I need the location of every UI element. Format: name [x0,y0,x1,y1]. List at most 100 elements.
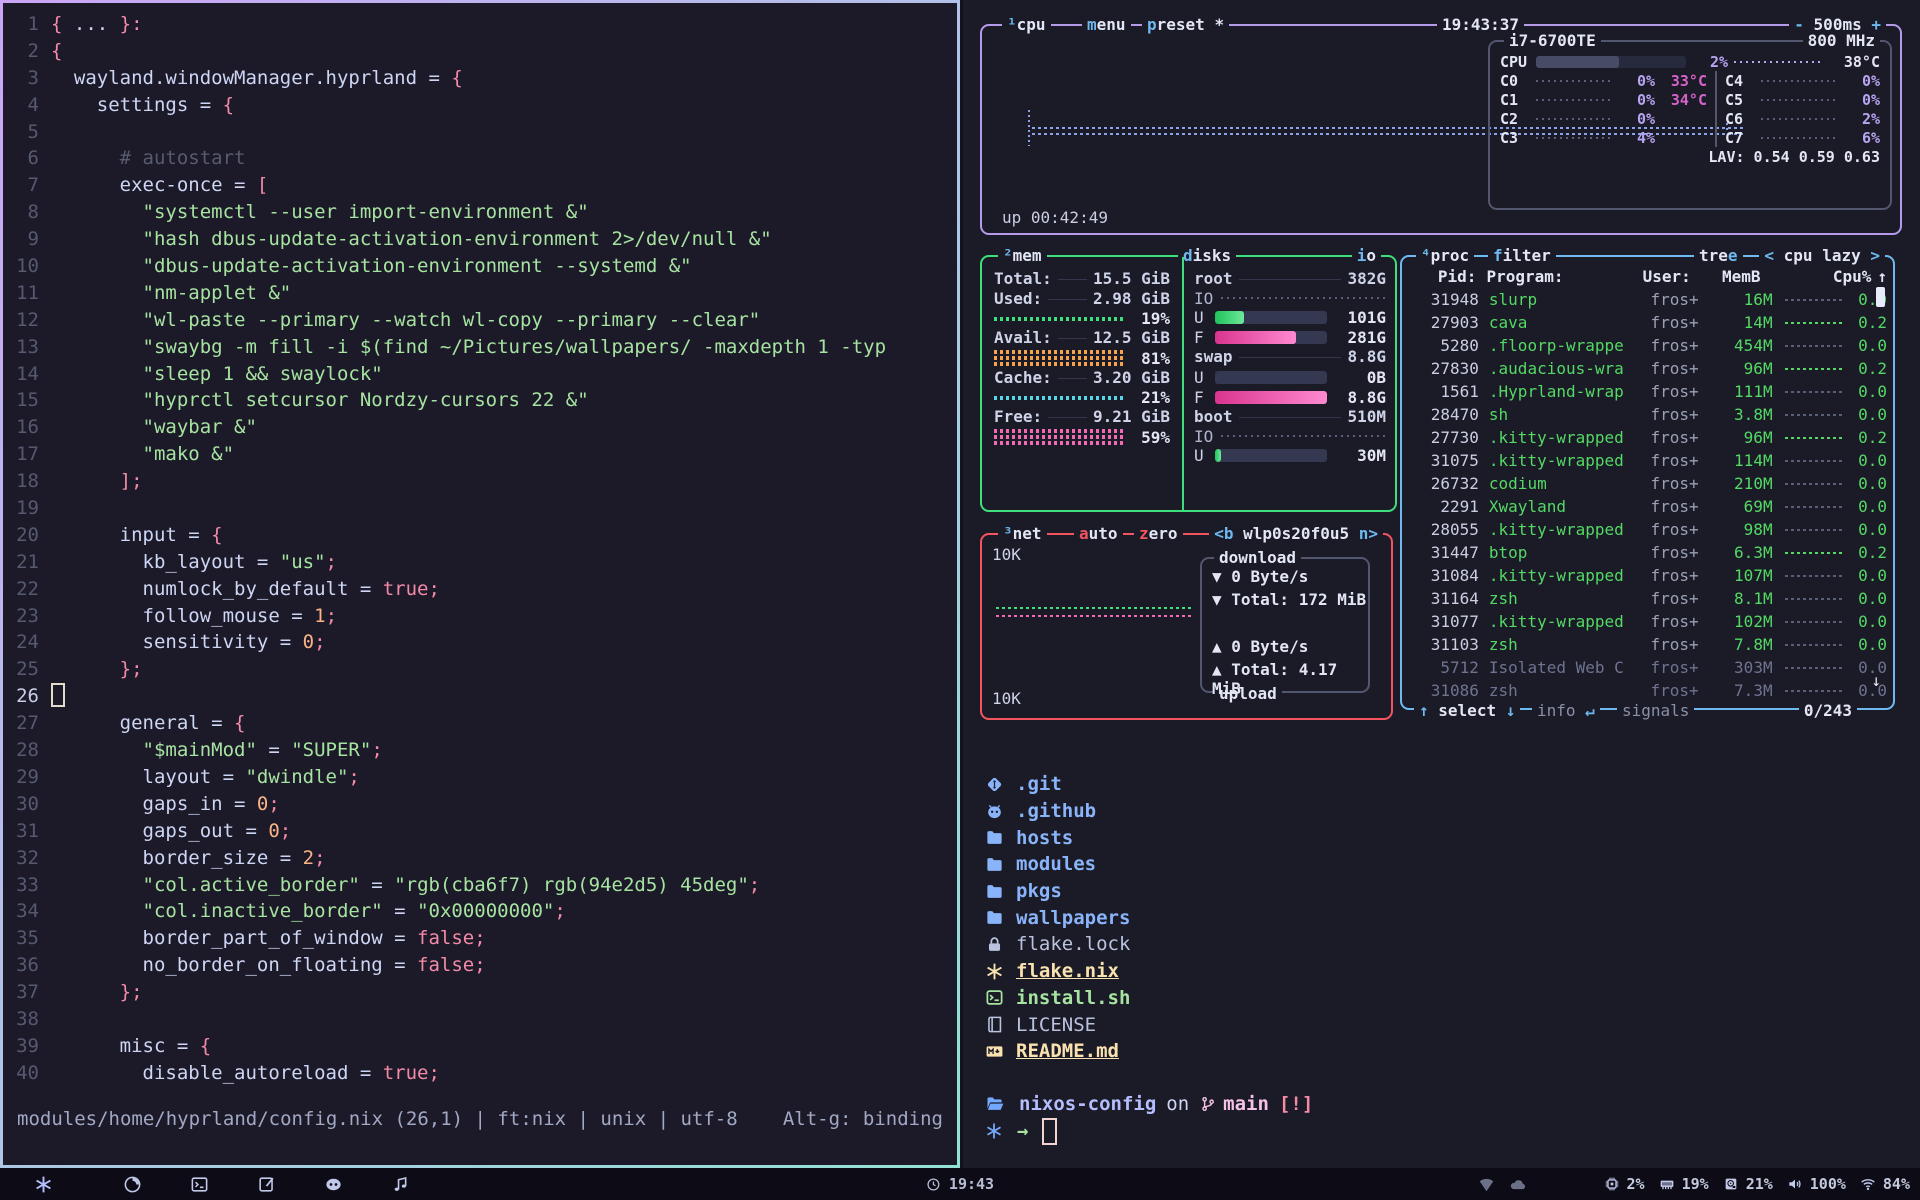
process-row[interactable]: 5712Isolated Web Cfros+303M0.0 [1408,656,1887,679]
code-line[interactable]: 6 # autostart [3,145,957,172]
preset-button[interactable]: preset * [1142,15,1229,34]
editor-window[interactable]: 1{ ... }:2{3 wayland.windowManager.hyprl… [0,0,960,1168]
proc-scrollbar[interactable] [1876,287,1885,307]
cpu-box-title[interactable]: ¹cpu [1002,15,1051,34]
process-row[interactable]: 28055.kitty-wrappedfros+98M0.0 [1408,518,1887,541]
proc-box-title[interactable]: ⁴proc [1416,246,1474,265]
code-line[interactable]: 18 ]; [3,468,957,495]
mem-box-title[interactable]: ²mem [998,246,1047,265]
process-row[interactable]: 31084.kitty-wrappedfros+107M0.0 [1408,564,1887,587]
code-token: kb_layout = [51,551,280,573]
scroll-down-icon[interactable]: ↓ [1871,671,1881,690]
code-line[interactable]: 29 layout = "dwindle"; [3,764,957,791]
code-line[interactable]: 7 exec-once = [ [3,172,957,199]
code-line[interactable]: 26 [3,683,957,710]
proc-footer-signals[interactable]: signals [1617,701,1694,720]
launcher-firefox[interactable] [123,1175,142,1194]
code-line[interactable]: 30 gaps_in = 0; [3,791,957,818]
code-token [51,900,143,922]
code-line[interactable]: 20 input = { [3,522,957,549]
code-line[interactable]: 21 kb_layout = "us"; [3,549,957,576]
process-row[interactable]: 31103zshfros+7.8M0.0 [1408,633,1887,656]
code-line[interactable]: 11 "nm-applet &" [3,280,957,307]
net-zero-button[interactable]: zero [1134,524,1183,543]
code-line[interactable]: 13 "swaybg -m fill -i $(find ~/Pictures/… [3,334,957,361]
code-line[interactable]: 28 "$mainMod" = "SUPER"; [3,737,957,764]
code-line[interactable]: 36 no_border_on_floating = false; [3,952,957,979]
proc-tree-button[interactable]: tree [1694,246,1743,265]
code-line[interactable]: 27 general = { [3,710,957,737]
btop-window[interactable]: ¹cpu menu preset * 19:43:37 - 500ms + up… [963,0,1920,745]
launcher-terminal[interactable] [190,1175,209,1194]
process-row[interactable]: 28470shfros+3.8M0.0 [1408,403,1887,426]
disk-io-row: IO [1194,289,1386,307]
code-line[interactable]: 4 settings = { [3,92,957,119]
launcher-discord[interactable] [324,1175,343,1194]
launcher-music[interactable] [391,1175,410,1194]
proc-sort-selector[interactable]: < cpu lazy > [1759,246,1885,265]
mem-box: ²mem disks io Total:15.5 GiBUsed:2.98 Gi… [980,255,1397,512]
process-row[interactable]: 2291Xwaylandfros+69M0.0 [1408,495,1887,518]
code-line[interactable]: 38 [3,1006,957,1033]
code-line[interactable]: 12 "wl-paste --primary --watch wl-copy -… [3,307,957,334]
code-line[interactable]: 40 disable_autoreload = true; [3,1060,957,1087]
code-line[interactable]: 22 numlock_by_default = true; [3,576,957,603]
code-line[interactable]: 24 sensitivity = 0; [3,629,957,656]
process-row[interactable]: 27903cavafros+14M0.2 [1408,311,1887,334]
process-row[interactable]: 31447btopfros+6.3M0.2 [1408,541,1887,564]
disks-title[interactable]: disks [1178,246,1236,265]
net-device-selector[interactable]: <b wlp0s20f0u5 n> [1209,524,1383,543]
code-line[interactable]: 31 gaps_out = 0; [3,818,957,845]
process-row[interactable]: 31086zshfros+7.3M0.0 [1408,679,1887,702]
menu-button[interactable]: menu [1082,15,1131,34]
module-wifi[interactable]: 84% [1860,1175,1910,1193]
proc-footer-info[interactable]: info ↵ [1532,701,1600,720]
process-row[interactable]: 31077.kitty-wrappedfros+102M0.0 [1408,610,1887,633]
module-chip[interactable]: 2% [1604,1175,1645,1193]
module-volume[interactable]: 100% [1787,1175,1846,1193]
tray-wifitri[interactable] [1478,1176,1495,1193]
terminal-window[interactable]: .git.githubhostsmodulespkgswallpapersfla… [963,745,1920,1168]
code-line[interactable]: 32 border_size = 2; [3,845,957,872]
code-line[interactable]: 23 follow_mouse = 1; [3,603,957,630]
code-line[interactable]: 35 border_part_of_window = false; [3,925,957,952]
launcher-nix[interactable] [34,1175,53,1194]
code-line[interactable]: 14 "sleep 1 && swaylock" [3,361,957,388]
launcher-notes[interactable] [257,1175,276,1194]
module-hdd[interactable]: 21% [1723,1175,1773,1193]
code-line[interactable]: 16 "waybar &" [3,414,957,441]
proc-filter-button[interactable]: filter [1488,246,1556,265]
module-memory[interactable]: 19% [1659,1175,1709,1193]
code-line[interactable]: 3 wayland.windowManager.hyprland = { [3,65,957,92]
waybar-clock[interactable]: 19:43 [926,1168,994,1200]
process-row[interactable]: 1561.Hyprland-wrapfros+111M0.0 [1408,380,1887,403]
io-title[interactable]: io [1352,246,1381,265]
code-line[interactable]: 5 [3,119,957,146]
code-line[interactable]: 34 "col.inactive_border" = "0x00000000"; [3,898,957,925]
sort-direction-icon[interactable]: ↑ [1877,267,1887,286]
process-row[interactable]: 31075.kitty-wrappedfros+114M0.0 [1408,449,1887,472]
process-row[interactable]: 27730.kitty-wrappedfros+96M0.2 [1408,426,1887,449]
proc-footer-select[interactable]: ↑ select ↓ [1414,701,1520,720]
process-row[interactable]: 31164zshfros+8.1M0.0 [1408,587,1887,610]
code-line[interactable]: 19 [3,495,957,522]
code-line[interactable]: 39 misc = { [3,1033,957,1060]
shell-input-line[interactable]: → [963,1118,1920,1145]
process-row[interactable]: 26732codiumfros+210M0.0 [1408,472,1887,495]
code-line[interactable]: 17 "mako &" [3,441,957,468]
net-auto-button[interactable]: auto [1074,524,1123,543]
code-line[interactable]: 25 }; [3,656,957,683]
code-line[interactable]: 10 "dbus-update-activation-environment -… [3,253,957,280]
code-line[interactable]: 15 "hyprctl setcursor Nordzy-cursors 22 … [3,387,957,414]
code-line[interactable]: 1{ ... }: [3,11,957,38]
code-line[interactable]: 9 "hash dbus-update-activation-environme… [3,226,957,253]
process-row[interactable]: 31948slurpfros+16M0.0 [1408,288,1887,311]
process-row[interactable]: 5280.floorp-wrappefros+454M0.0 [1408,334,1887,357]
code-line[interactable]: 37 }; [3,979,957,1006]
code-line[interactable]: 33 "col.active_border" = "rgb(cba6f7) rg… [3,872,957,899]
tray-cloud[interactable] [1509,1176,1526,1193]
code-line[interactable]: 8 "systemctl --user import-environment &… [3,199,957,226]
code-line[interactable]: 2{ [3,38,957,65]
process-row[interactable]: 27830.audacious-wrafros+96M0.2 [1408,357,1887,380]
net-box-title[interactable]: ³net [998,524,1047,543]
